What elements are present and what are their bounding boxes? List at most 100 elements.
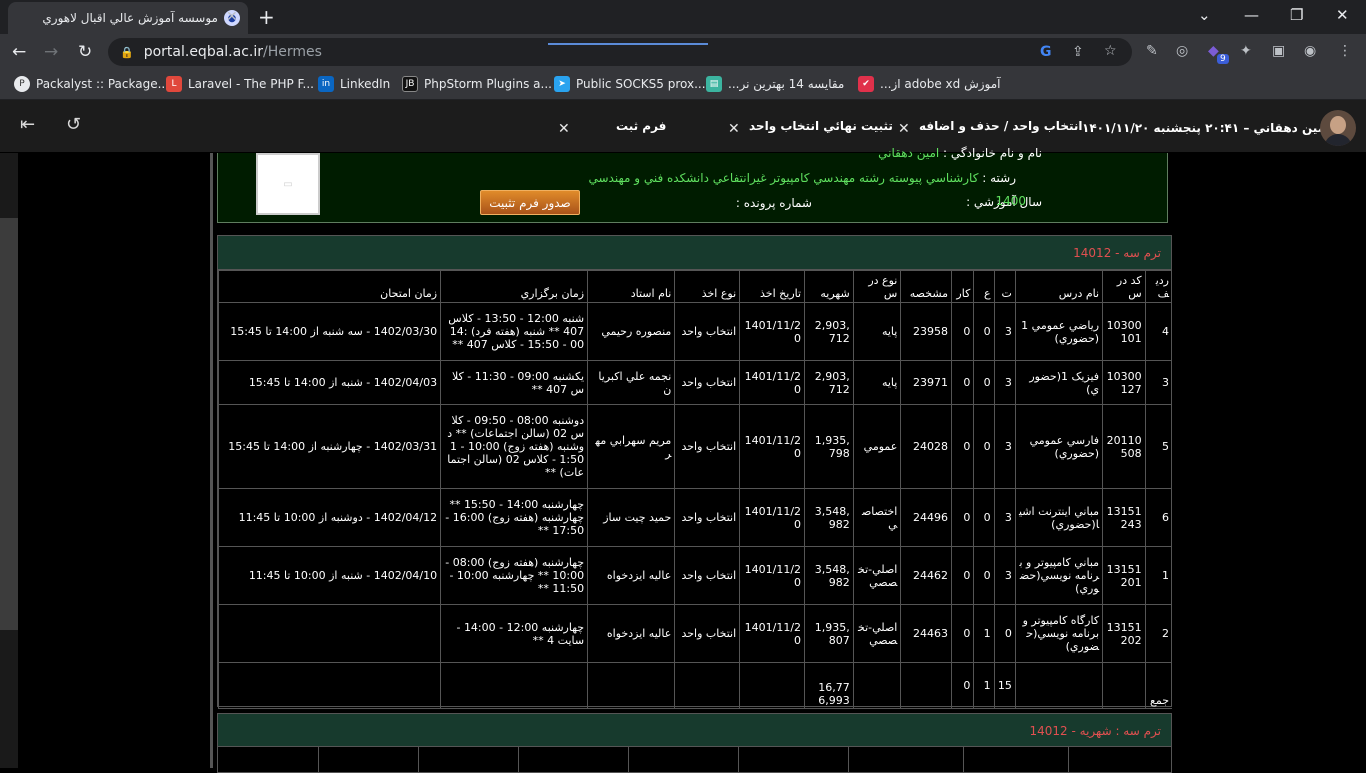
extension-pen-icon[interactable]: ✎ xyxy=(1146,43,1158,59)
table-cell: 0 xyxy=(951,360,975,405)
tab-close-icon[interactable]: ✕ xyxy=(898,121,910,137)
table-cell: 1402/04/03 - شنبه از 14:00 تا 15:45 xyxy=(217,360,442,405)
reload-icon[interactable]: ↻ xyxy=(78,42,92,62)
table-cell: 0 xyxy=(951,404,975,489)
extension-glasses-icon[interactable]: ◎ xyxy=(1176,43,1188,59)
bookmark-item[interactable]: ✔ آموزش adobe xd از... xyxy=(858,76,1000,92)
lock-icon: 🔒 xyxy=(120,45,134,59)
total-cell xyxy=(1102,662,1146,709)
total-cell xyxy=(217,662,442,709)
table-cell: نجمه علي اکبريان xyxy=(587,360,676,405)
table-cell: 6 xyxy=(1144,488,1174,547)
bookmark-item[interactable]: JB PhpStorm Plugins a... xyxy=(402,76,552,92)
table-cell: 13151243 xyxy=(1102,488,1146,547)
maximize-button[interactable]: ❐ xyxy=(1290,6,1303,24)
courses-table: رديف کد درس نام درس ت ع کار مشخصه نوع درس شهريه ت… xyxy=(217,270,1174,709)
table-cell: انتخاب واحد xyxy=(674,404,741,489)
table-cell: 1402/04/10 - شنبه از 10:00 تا 11:45 xyxy=(217,546,442,605)
google-icon[interactable]: G xyxy=(1040,44,1052,60)
table-cell: 0 xyxy=(951,302,975,361)
table-cell: 3 xyxy=(993,404,1016,489)
bookmark-favicon-icon: L xyxy=(166,76,182,92)
tab-registration-form[interactable]: فرم ثبت xyxy=(616,119,666,133)
tab-search-icon[interactable]: ⌄ xyxy=(1198,6,1211,24)
extensions-puzzle-icon[interactable]: ✦ xyxy=(1240,43,1252,59)
table-cell: فيزيک 1(حضوري) xyxy=(1014,360,1104,405)
table-cell: اصلي-تخصصي xyxy=(852,546,902,605)
table-cell: 10300127 xyxy=(1102,360,1146,405)
table-cell: منصوره رحيمي xyxy=(587,302,676,361)
term2-header: ترم سه : شهريه - 14012 xyxy=(218,714,1171,747)
term2-columns xyxy=(218,747,1171,773)
tab-course-selection[interactable]: انتخاب واحد / حذف و اضافه xyxy=(919,119,1082,133)
table-cell: مباني کامپيوتر و برنامه نويسي(حضوري) xyxy=(1014,546,1104,605)
table-cell: 1,935,807 xyxy=(804,604,854,663)
table-cell: 2,903,712 xyxy=(804,302,854,361)
term-fees-panel: ترم سه : شهريه - 14012 xyxy=(217,713,1172,773)
bookmark-item[interactable]: P Packalyst :: Package... xyxy=(14,76,169,92)
student-name-row: نام و نام خانوادگي : امين دهقاني xyxy=(878,146,1042,160)
new-tab-button[interactable]: + xyxy=(258,5,275,29)
browser-tab-bar: ● موسسه آموزش عالي اقبال لاهوري ✕ + ⌄ — … xyxy=(0,0,1366,34)
table-cell: 13151202 xyxy=(1102,604,1146,663)
share-icon[interactable]: ⇪ xyxy=(1072,44,1084,60)
tab-final-confirmation[interactable]: تثبيت نهائي انتخاب واحد xyxy=(749,119,893,133)
table-cell: چهارشنبه 12:00 - 14:00 - سايت 4 ** xyxy=(440,604,589,663)
table-cell: 0 xyxy=(951,488,975,547)
column-header: زمان برگزاري xyxy=(440,270,589,303)
table-cell: پايه xyxy=(852,302,902,361)
bookmark-favicon-icon: JB xyxy=(402,76,418,92)
table-cell: 3 xyxy=(993,302,1016,361)
forward-arrow-icon[interactable]: → xyxy=(44,42,58,62)
total-cell: 0 xyxy=(951,662,975,709)
table-cell: چهارشنبه 14:00 - 15:50 ** چهارشنبه (هفته… xyxy=(440,488,589,547)
refresh-icon[interactable]: ↺ xyxy=(66,114,81,135)
bookmark-star-icon[interactable]: ☆ xyxy=(1104,43,1117,59)
column-header: ت xyxy=(993,270,1016,303)
total-row: جمع 15 1 0 16,776,993 xyxy=(217,662,1174,709)
tab-close-icon[interactable]: ✕ xyxy=(226,9,238,25)
total-cell: 1 xyxy=(973,662,995,709)
back-arrow-icon[interactable]: ← xyxy=(12,42,26,62)
table-cell: 2,903,712 xyxy=(804,360,854,405)
bookmark-item[interactable]: ▤ مقایسه 14 بهترین نر... xyxy=(706,76,844,92)
total-cell xyxy=(739,662,806,709)
table-cell: 1402/03/30 - سه شنبه از 14:00 تا 15:45 xyxy=(217,302,442,361)
column-header: ع xyxy=(973,270,995,303)
minimize-button[interactable]: — xyxy=(1244,6,1259,24)
table-cell: 24028 xyxy=(900,404,953,489)
scrollbar-thumb[interactable] xyxy=(0,218,18,630)
table-cell: 3 xyxy=(993,488,1016,547)
term-header: ترم سه - 14012 xyxy=(218,236,1171,270)
url-text: portal.eqbal.ac.ir/Hermes xyxy=(143,44,322,60)
side-panel-icon[interactable]: ▣ xyxy=(1272,43,1285,59)
table-cell: 3,548,982 xyxy=(804,488,854,547)
app-header: ⇤ ↺ ✕ فرم ثبت ✕ تثبيت نهائي انتخاب واحد … xyxy=(0,100,1366,152)
table-cell: 1401/11/20 xyxy=(739,604,806,663)
tab-close-icon[interactable]: ✕ xyxy=(728,121,740,137)
profile-icon[interactable]: ◉ xyxy=(1304,43,1316,59)
extension-badge: 9 xyxy=(1217,54,1229,64)
table-cell xyxy=(217,604,442,663)
column-header: نوع اخذ xyxy=(674,270,741,303)
bookmark-item[interactable]: in LinkedIn xyxy=(318,76,390,92)
menu-kebab-icon[interactable]: ⋮ xyxy=(1338,43,1352,59)
bookmark-item[interactable]: L Laravel - The PHP F... xyxy=(166,76,314,92)
student-major-row: رشته : کارشناسي پيوسته رشته مهندسي کامپي… xyxy=(588,171,1016,185)
issue-form-button[interactable]: صدور فرم تثبيت xyxy=(480,190,580,215)
tab-close-icon[interactable]: ✕ xyxy=(558,121,570,137)
table-cell: 24463 xyxy=(900,604,953,663)
table-cell: رياضي عمومي 1 (حضوري) xyxy=(1014,302,1104,361)
close-window-button[interactable]: ✕ xyxy=(1336,6,1349,24)
term2-title: ترم سه : شهريه - 14012 xyxy=(1029,724,1162,738)
bookmark-item[interactable]: ➤ Public SOCKS5 prox... xyxy=(554,76,706,92)
table-cell: حميد چيت ساز xyxy=(587,488,676,547)
tab-title: موسسه آموزش عالي اقبال لاهوري xyxy=(42,11,218,25)
table-cell: دوشنبه 08:00 - 09:50 - کلاس 02 (سالن اجت… xyxy=(440,404,589,489)
bookmark-favicon-icon: P xyxy=(14,76,30,92)
browser-tab[interactable]: ● موسسه آموزش عالي اقبال لاهوري ✕ xyxy=(8,2,248,34)
avatar[interactable] xyxy=(1320,110,1356,146)
table-cell: 20110508 xyxy=(1102,404,1146,489)
table-cell: چهارشنبه (هفته زوج) 08:00 - 10:00 ** چها… xyxy=(440,546,589,605)
logout-icon[interactable]: ⇤ xyxy=(20,114,35,135)
